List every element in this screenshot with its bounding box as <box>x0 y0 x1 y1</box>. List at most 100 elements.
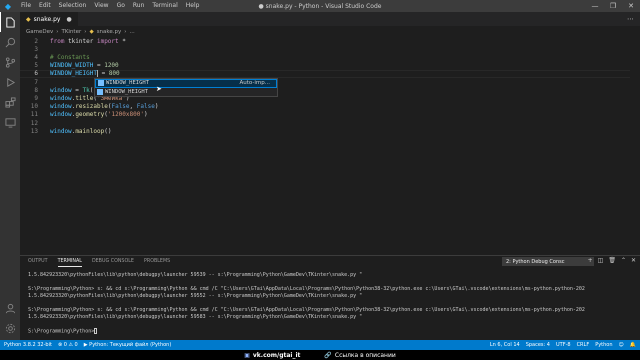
line-number: 10 <box>30 103 38 111</box>
line-number: 4 <box>34 53 38 61</box>
search-icon[interactable] <box>0 32 20 52</box>
tab-problems[interactable]: PROBLEMS <box>144 258 170 267</box>
menu-terminal[interactable]: Terminal <box>148 0 181 12</box>
suggestion-item[interactable]: WINDOW_HEIGHT Auto-imp... <box>95 79 277 88</box>
paren: ) <box>143 111 148 119</box>
menu-view[interactable]: View <box>90 0 112 12</box>
run-config-status[interactable]: ▶ Python: Текущий файл (Python) <box>84 342 172 348</box>
notifications-bell-icon[interactable]: 🔔 <box>630 342 636 348</box>
add-terminal-icon[interactable]: + <box>588 257 593 264</box>
operator: = <box>71 86 83 94</box>
close-icon[interactable]: ✕ <box>631 257 636 264</box>
breadcrumb-item[interactable]: GameDev <box>26 29 53 35</box>
problems-status[interactable]: ⊗ 0 ⚠ 0 <box>58 342 78 348</box>
code-editor[interactable]: 2 from tkinter import * 3 4 # Constants … <box>20 37 640 247</box>
terminal-line: 1.5.842923320\pythonFiles\lib\python\deb… <box>28 314 363 320</box>
minimize-icon[interactable]: — <box>586 0 604 12</box>
menu-go[interactable]: Go <box>113 0 129 12</box>
line-number: 7 <box>34 78 38 86</box>
variable-name: window <box>50 103 72 111</box>
split-editor-icon[interactable]: ⋯ <box>627 12 634 26</box>
tab-label: snake.py <box>33 15 61 23</box>
keyword: from <box>50 37 65 45</box>
menu-edit[interactable]: Edit <box>35 0 55 12</box>
tab-output[interactable]: OUTPUT <box>28 258 48 267</box>
source-control-icon[interactable] <box>0 52 20 72</box>
paren: ) <box>154 103 159 111</box>
line-number: 11 <box>30 111 38 119</box>
menu-help[interactable]: Help <box>182 0 204 12</box>
code-line: 10 window.resizable(False, False) <box>20 103 630 111</box>
trash-icon[interactable]: 🗑 <box>608 257 616 264</box>
bool-literal: False <box>136 103 155 111</box>
terminal-line: S:\Programming\Python> s: && cd s:\Progr… <box>28 307 585 313</box>
vk-logo-icon: ▣ <box>244 351 250 359</box>
cursor-position-status[interactable]: Ln 6, Col 14 <box>490 342 520 348</box>
maximize-icon[interactable]: ❐ <box>604 0 622 12</box>
tab-debug-console[interactable]: DEBUG CONSOLE <box>92 258 134 267</box>
line-number: 5 <box>34 62 38 70</box>
suggestion-item[interactable]: WINDOW_HEIGHT <box>95 88 277 97</box>
feedback-icon[interactable]: ☺ <box>619 342 624 348</box>
variable-symbol-icon <box>97 88 103 95</box>
run-debug-icon[interactable] <box>0 72 20 92</box>
extensions-icon[interactable] <box>0 92 20 112</box>
line-number: 12 <box>30 119 38 127</box>
terminal-cursor <box>94 328 98 334</box>
split-terminal-icon[interactable]: ◫ <box>598 257 604 264</box>
breadcrumb-item[interactable]: snake.py <box>97 29 122 35</box>
code-line: 6 WINDOW_HEIGHT = 800 <box>20 70 630 78</box>
eol-status[interactable]: CRLF <box>577 342 590 348</box>
code-line: 11 window.geometry('1200x800') <box>20 111 630 119</box>
tab-terminal[interactable]: TERMINAL <box>57 258 82 267</box>
method-name: geometry <box>75 111 105 119</box>
close-window-icon[interactable]: ✕ <box>622 0 640 12</box>
indentation-status[interactable]: Spaces: 4 <box>526 342 550 348</box>
chevron-up-icon[interactable]: ⌃ <box>621 257 626 264</box>
operator: = <box>97 70 109 78</box>
tab-snake-py[interactable]: ◆ snake.py ● <box>20 12 78 26</box>
vscode-logo-icon: ◆ <box>4 1 12 11</box>
chevron-right-icon: › <box>84 29 87 35</box>
chevron-right-icon: › <box>56 29 59 35</box>
menu-file[interactable]: File <box>17 0 35 12</box>
chevron-right-icon: › <box>124 29 127 35</box>
editor-tab-bar: ◆ snake.py ● ⋯ <box>20 12 640 26</box>
method-name: mainloop <box>75 127 105 135</box>
breadcrumb-item[interactable]: ... <box>129 29 134 35</box>
encoding-status[interactable]: UTF-8 <box>556 342 571 348</box>
separator: , <box>129 103 137 111</box>
panel-tabs: OUTPUT TERMINAL DEBUG CONSOLE PROBLEMS <box>28 258 170 267</box>
breadcrumb-item[interactable]: TKinter <box>61 29 81 35</box>
method-name: title <box>75 94 94 102</box>
module-name: tkinter <box>64 37 97 45</box>
python-file-icon: ◆ <box>89 29 94 35</box>
constant-name: WINDOW_WIDTH <box>50 62 94 70</box>
suggestion-detail: Auto-imp... <box>239 80 270 87</box>
terminal-prompt: S:\Programming\Python> <box>28 328 95 335</box>
menu-selection[interactable]: Selection <box>55 0 91 12</box>
terminal-line: 1.5.842923320\pythonFiles\lib\python\deb… <box>28 293 363 299</box>
title-bar: ◆ File Edit Selection View Go Run Termin… <box>0 0 640 12</box>
constant-name: WINDOW_HEIGHT <box>50 70 97 78</box>
terminal-select-dropdown[interactable]: 2: Python Debug Consc <box>502 257 594 266</box>
tab-dirty-close-icon[interactable]: ● <box>66 16 71 23</box>
terminal-output[interactable]: 1.5.842923320\pythonFiles\lib\python\deb… <box>28 272 634 335</box>
settings-gear-icon[interactable] <box>0 318 20 338</box>
explorer-icon[interactable] <box>0 12 20 32</box>
line-number: 8 <box>34 86 38 94</box>
menu-run[interactable]: Run <box>129 0 149 12</box>
python-interpreter-status[interactable]: Python 3.8.2 32-bit <box>4 342 52 348</box>
string-literal: '1200x800' <box>107 111 144 119</box>
method-name: resizable <box>75 103 108 111</box>
video-overlay-banner: ▣ vk.com/gtai_it 🔗 Ссылка в описании <box>0 350 640 360</box>
language-mode-status[interactable]: Python <box>595 342 612 348</box>
panel-actions: + ◫ 🗑 ⌃ ✕ <box>588 257 636 264</box>
status-bar: Python 3.8.2 32-bit ⊗ 0 ⚠ 0 ▶ Python: Те… <box>0 340 640 350</box>
remote-icon[interactable] <box>0 112 20 132</box>
account-icon[interactable] <box>0 298 20 318</box>
overlay-vk-link: vk.com/gtai_it <box>252 351 301 359</box>
code-line: 5 WINDOW_WIDTH = 1200 <box>20 62 630 70</box>
mouse-pointer-icon: ➤ <box>156 85 162 93</box>
